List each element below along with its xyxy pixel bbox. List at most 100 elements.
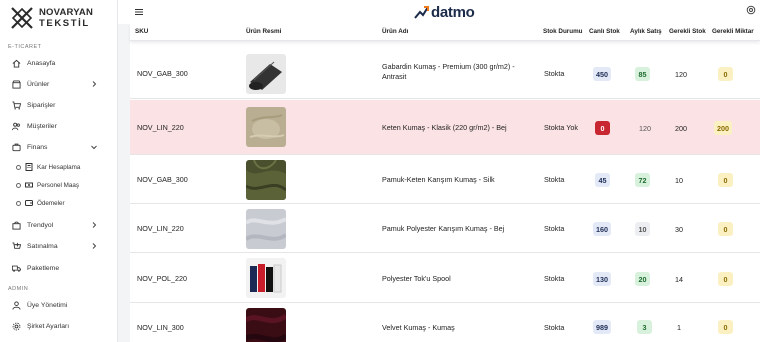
sku-cell: NOV_LIN_300 <box>137 323 184 332</box>
sidebar-item-sirket-ayarlari[interactable]: Şirket Ayarları <box>0 318 118 334</box>
sidebar-subitem-label: Ödemeler <box>37 199 65 207</box>
required-stock: 1 <box>677 323 681 332</box>
product-image[interactable] <box>246 107 286 147</box>
product-image[interactable] <box>246 308 286 342</box>
purchase-cart-icon <box>12 241 21 251</box>
product-image[interactable] <box>246 160 286 200</box>
required-qty-badge: 0 <box>718 320 733 334</box>
product-name: Polyester Tok'u Spool <box>382 274 451 283</box>
wallet-icon <box>25 199 33 207</box>
sidebar-item-label: Müşteriler <box>27 122 57 130</box>
stock-status: Stokta Yok <box>544 123 578 132</box>
sidebar-item-siparisler[interactable]: Siparişler <box>0 97 118 113</box>
column-header-image[interactable]: Ürün Resmi <box>246 28 281 35</box>
stock-status: Stokta <box>544 69 565 78</box>
sku-cell: NOV_LIN_220 <box>137 224 184 233</box>
sidebar-item-label: Trendyol <box>27 221 54 229</box>
required-qty-badge: 0 <box>718 173 733 187</box>
sidebar: NOVARYAN TEKSTİL E-TICARET Anasayfa Ürün… <box>0 0 118 342</box>
required-qty-badge: 0 <box>718 222 733 236</box>
product-image[interactable] <box>246 209 286 249</box>
monthly-sales-badge: 85 <box>635 67 650 81</box>
topbar: datmo <box>118 0 760 24</box>
section-label-eticaret: E-TICARET <box>8 44 42 50</box>
live-stock-badge: 45 <box>595 173 610 187</box>
sidebar-subitem-label: Personel Maaş <box>37 181 79 189</box>
required-stock: 10 <box>675 176 683 185</box>
sidebar-item-paketleme[interactable]: Paketleme <box>0 260 118 276</box>
bullet-icon <box>16 164 21 170</box>
column-header-sku[interactable]: SKU <box>135 28 148 35</box>
live-stock-badge: 0 <box>595 121 610 135</box>
app-root: NOVARYAN TEKSTİL E-TICARET Anasayfa Ürün… <box>0 0 760 342</box>
table-row[interactable]: NOV_LIN_300 Velvet Kumaş - Kumaş Stokta … <box>130 304 760 342</box>
stock-status: Stokta <box>544 224 565 233</box>
sku-cell: NOV_GAB_300 <box>137 175 188 184</box>
sidebar-item-anasayfa[interactable]: Anasayfa <box>0 55 118 71</box>
section-label-admin: ADMIN <box>8 286 29 292</box>
brand-name: NOVARYAN <box>39 6 94 18</box>
live-stock-badge: 450 <box>593 67 611 81</box>
sidebar-item-uye-yonetimi[interactable]: Üye Yönetimi <box>0 297 118 313</box>
sidebar-item-finans[interactable]: Finans <box>0 139 118 155</box>
sidebar-item-label: Üye Yönetimi <box>27 301 68 309</box>
sidebar-item-musteriler[interactable]: Müşteriler <box>0 118 118 134</box>
required-qty-badge: 0 <box>718 272 733 286</box>
live-stock-badge: 989 <box>593 320 611 334</box>
column-header-name[interactable]: Ürün Adı <box>382 28 408 35</box>
gear-icon[interactable] <box>746 5 756 15</box>
product-image[interactable] <box>246 258 286 298</box>
sidebar-item-label: Anasayfa <box>27 59 56 67</box>
datmo-logo[interactable]: datmo <box>414 2 484 22</box>
product-name: Pamuk Polyester Karışım Kumaş - Bej <box>382 224 505 233</box>
logo-text: datmo <box>431 3 475 21</box>
column-header-required-stock[interactable]: Gerekli Stok <box>669 28 706 35</box>
table-row[interactable]: NOV_GAB_300 Gabardin Kumaş - Premium (30… <box>130 51 760 99</box>
sidebar-subitem-label: Kar Hesaplama <box>37 163 81 171</box>
sidebar-subitem-personel-maas[interactable]: Personel Maaş <box>0 178 118 192</box>
column-header-required-qty[interactable]: Gerekli Miktar <box>712 28 754 35</box>
table-row-alert[interactable]: NOV_LIN_220 Keten Kumaş - Klasik (220 gr… <box>130 100 760 155</box>
chevron-right-icon <box>92 81 97 87</box>
sidebar-item-urunler[interactable]: Ürünler <box>0 76 118 92</box>
required-stock: 200 <box>675 124 687 133</box>
table-row[interactable]: NOV_LIN_220 Pamuk Polyester Karışım Kuma… <box>130 205 760 253</box>
column-header-monthly-sales[interactable]: Aylık Satış <box>630 28 662 35</box>
chevron-right-icon <box>92 222 97 228</box>
table-row[interactable]: NOV_GAB_300 Pamuk-Keten Karışım Kumaş - … <box>130 156 760 204</box>
stock-status: Stokta <box>544 175 565 184</box>
required-stock: 30 <box>675 225 683 234</box>
sidebar-item-label: Paketleme <box>27 264 60 272</box>
product-name: Gabardin Kumaş - Premium (300 gr/m2) - A… <box>382 62 515 81</box>
sidebar-subitem-kar-hesaplama[interactable]: Kar Hesaplama <box>0 160 118 174</box>
column-header-live-stock[interactable]: Canlı Stok <box>589 28 620 35</box>
monthly-sales-badge: 72 <box>635 173 650 187</box>
finance-icon <box>12 143 21 152</box>
product-name: Pamuk-Keten Karışım Kumaş - Silk <box>382 175 495 184</box>
sidebar-item-trendyol[interactable]: Trendyol <box>0 217 118 233</box>
column-header-status[interactable]: Stok Durumu <box>543 28 583 35</box>
sidebar-item-label: Ürünler <box>27 80 50 88</box>
live-stock-badge: 130 <box>593 272 611 286</box>
bullet-icon <box>16 200 21 206</box>
truck-icon <box>12 264 21 273</box>
sku-cell: NOV_LIN_220 <box>137 123 184 132</box>
brand[interactable]: NOVARYAN TEKSTİL <box>0 0 117 36</box>
sidebar-item-label: Şirket Ayarları <box>27 322 70 330</box>
required-stock: 14 <box>675 275 683 284</box>
monthly-sales-badge: 20 <box>635 272 650 286</box>
menu-icon[interactable] <box>134 7 144 17</box>
money-icon <box>25 181 33 189</box>
sidebar-item-label: Finans <box>27 143 48 151</box>
sidebar-item-satinalma[interactable]: Satınalma <box>0 238 118 254</box>
required-qty-badge: 0 <box>718 67 733 81</box>
cart-icon <box>12 100 21 110</box>
bullet-icon <box>16 182 21 188</box>
table-row[interactable]: NOV_POL_220 Polyester Tok'u Spool Stokta… <box>130 254 760 303</box>
trendyol-icon <box>12 221 21 230</box>
brand-text: NOVARYAN TEKSTİL <box>39 6 94 29</box>
sidebar-subitem-odemeler[interactable]: Ödemeler <box>0 196 118 210</box>
product-name: Velvet Kumaş - Kumaş <box>382 323 455 332</box>
monthly-sales-badge: 3 <box>637 320 652 334</box>
product-image[interactable] <box>246 54 286 94</box>
